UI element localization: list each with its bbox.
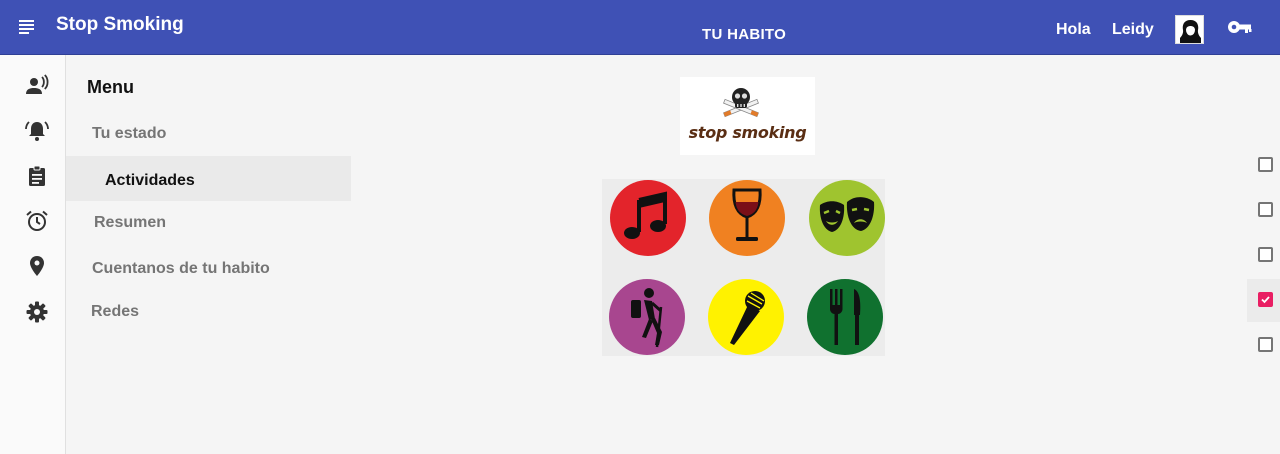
checkbox-3[interactable] [1258,247,1273,262]
activity-food[interactable] [807,279,883,355]
sidebar-menu: Menu Tu estado Actividades Resumen Cuent… [66,55,351,454]
settings-gear-icon[interactable] [25,300,49,324]
menu-heading: Menu [87,77,134,97]
checkbox-4-checked[interactable] [1258,292,1273,307]
theater-masks-icon [809,180,885,256]
checkbox-1[interactable] [1258,157,1273,172]
hiking-icon [609,279,685,355]
top-app-bar: Stop Smoking TU HABITO Hola Leidy [0,0,1280,55]
sidebar-item-resumen[interactable]: Resumen [94,214,166,232]
sidebar-item-label: Actividades [105,172,195,189]
person-voice-icon[interactable] [25,74,49,98]
sidebar-item-actividades[interactable]: Actividades [66,156,351,201]
page-title: TU HABITO [702,26,787,43]
sidebar-item-tu-estado[interactable]: Tu estado [92,125,166,143]
activity-theater[interactable] [809,180,885,256]
sidebar-item-cuentanos[interactable]: Cuentanos de tu habito [92,260,270,278]
avatar[interactable] [1175,15,1204,44]
key-icon[interactable] [1227,17,1253,37]
user-silhouette-icon [1176,16,1203,43]
clipboard-icon[interactable] [25,164,49,188]
sidebar-item-redes[interactable]: Redes [91,303,139,321]
microphone-icon [708,279,784,355]
activity-music[interactable] [610,180,686,256]
activity-karaoke[interactable] [708,279,784,355]
app-title: Stop Smoking [56,14,184,35]
logo-text: stop smoking [688,123,807,142]
activities-grid [602,179,885,356]
checkbox-2[interactable] [1258,202,1273,217]
greeting-text: Hola [1056,21,1091,38]
location-pin-icon[interactable] [25,254,49,278]
activity-hiking[interactable] [609,279,685,355]
checkbox-5[interactable] [1258,337,1273,352]
icon-rail [0,55,66,454]
music-icon [610,180,686,256]
menu-icon[interactable] [16,15,38,37]
wine-glass-icon [709,180,785,256]
fork-knife-icon [807,279,883,355]
skull-crossed-cigarettes-icon [723,88,759,118]
alarm-clock-icon[interactable] [25,209,49,233]
check-icon [1260,294,1271,305]
user-name: Leidy [1112,21,1154,38]
activity-wine[interactable] [709,180,785,256]
stop-smoking-logo: stop smoking [680,77,815,155]
alarm-bell-icon[interactable] [25,119,49,143]
